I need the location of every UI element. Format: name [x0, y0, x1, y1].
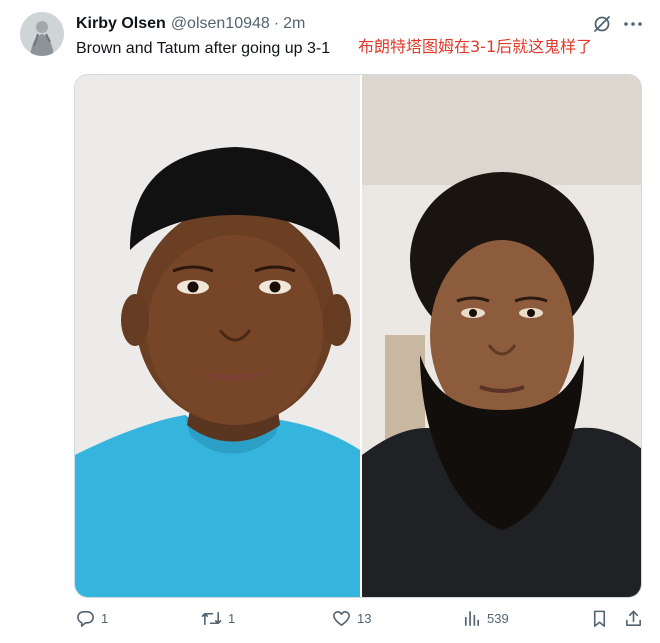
timestamp[interactable]: 2m	[283, 15, 305, 33]
repost-button[interactable]: 1	[201, 609, 235, 628]
tweet-media[interactable]	[74, 74, 642, 598]
reply-icon	[77, 611, 94, 627]
left-photo	[75, 75, 360, 597]
tweet-header: Kirby Olsen @olsen10948 · 2m	[76, 13, 305, 35]
more-icon[interactable]	[622, 13, 644, 35]
heart-icon	[333, 611, 350, 626]
right-photo	[362, 75, 641, 597]
avatar[interactable]	[20, 12, 64, 56]
share-button[interactable]	[624, 609, 643, 628]
bookmark-icon	[593, 610, 606, 627]
share-icon	[626, 610, 641, 626]
like-button[interactable]: 13	[332, 609, 371, 628]
views-icon	[464, 610, 480, 627]
repost-count: 1	[228, 611, 236, 626]
repost-icon	[201, 611, 222, 626]
views-button[interactable]: 539	[462, 609, 509, 628]
author-name[interactable]: Kirby Olsen	[76, 15, 166, 33]
like-count: 13	[357, 611, 372, 626]
view-count: 539	[487, 611, 509, 626]
author-handle[interactable]: @olsen10948	[171, 15, 270, 33]
tweet-text: Brown and Tatum after going up 3-1	[76, 40, 331, 57]
grok-icon[interactable]	[591, 13, 613, 35]
separator-dot: ·	[273, 15, 280, 32]
reply-count: 1	[101, 611, 109, 626]
bookmark-button[interactable]	[590, 609, 609, 628]
action-bar: 1 1 13 539	[0, 605, 660, 637]
annotation-text: 布朗特塔图姆在3-1后就这鬼样了	[358, 37, 593, 56]
reply-button[interactable]: 1	[76, 609, 108, 628]
